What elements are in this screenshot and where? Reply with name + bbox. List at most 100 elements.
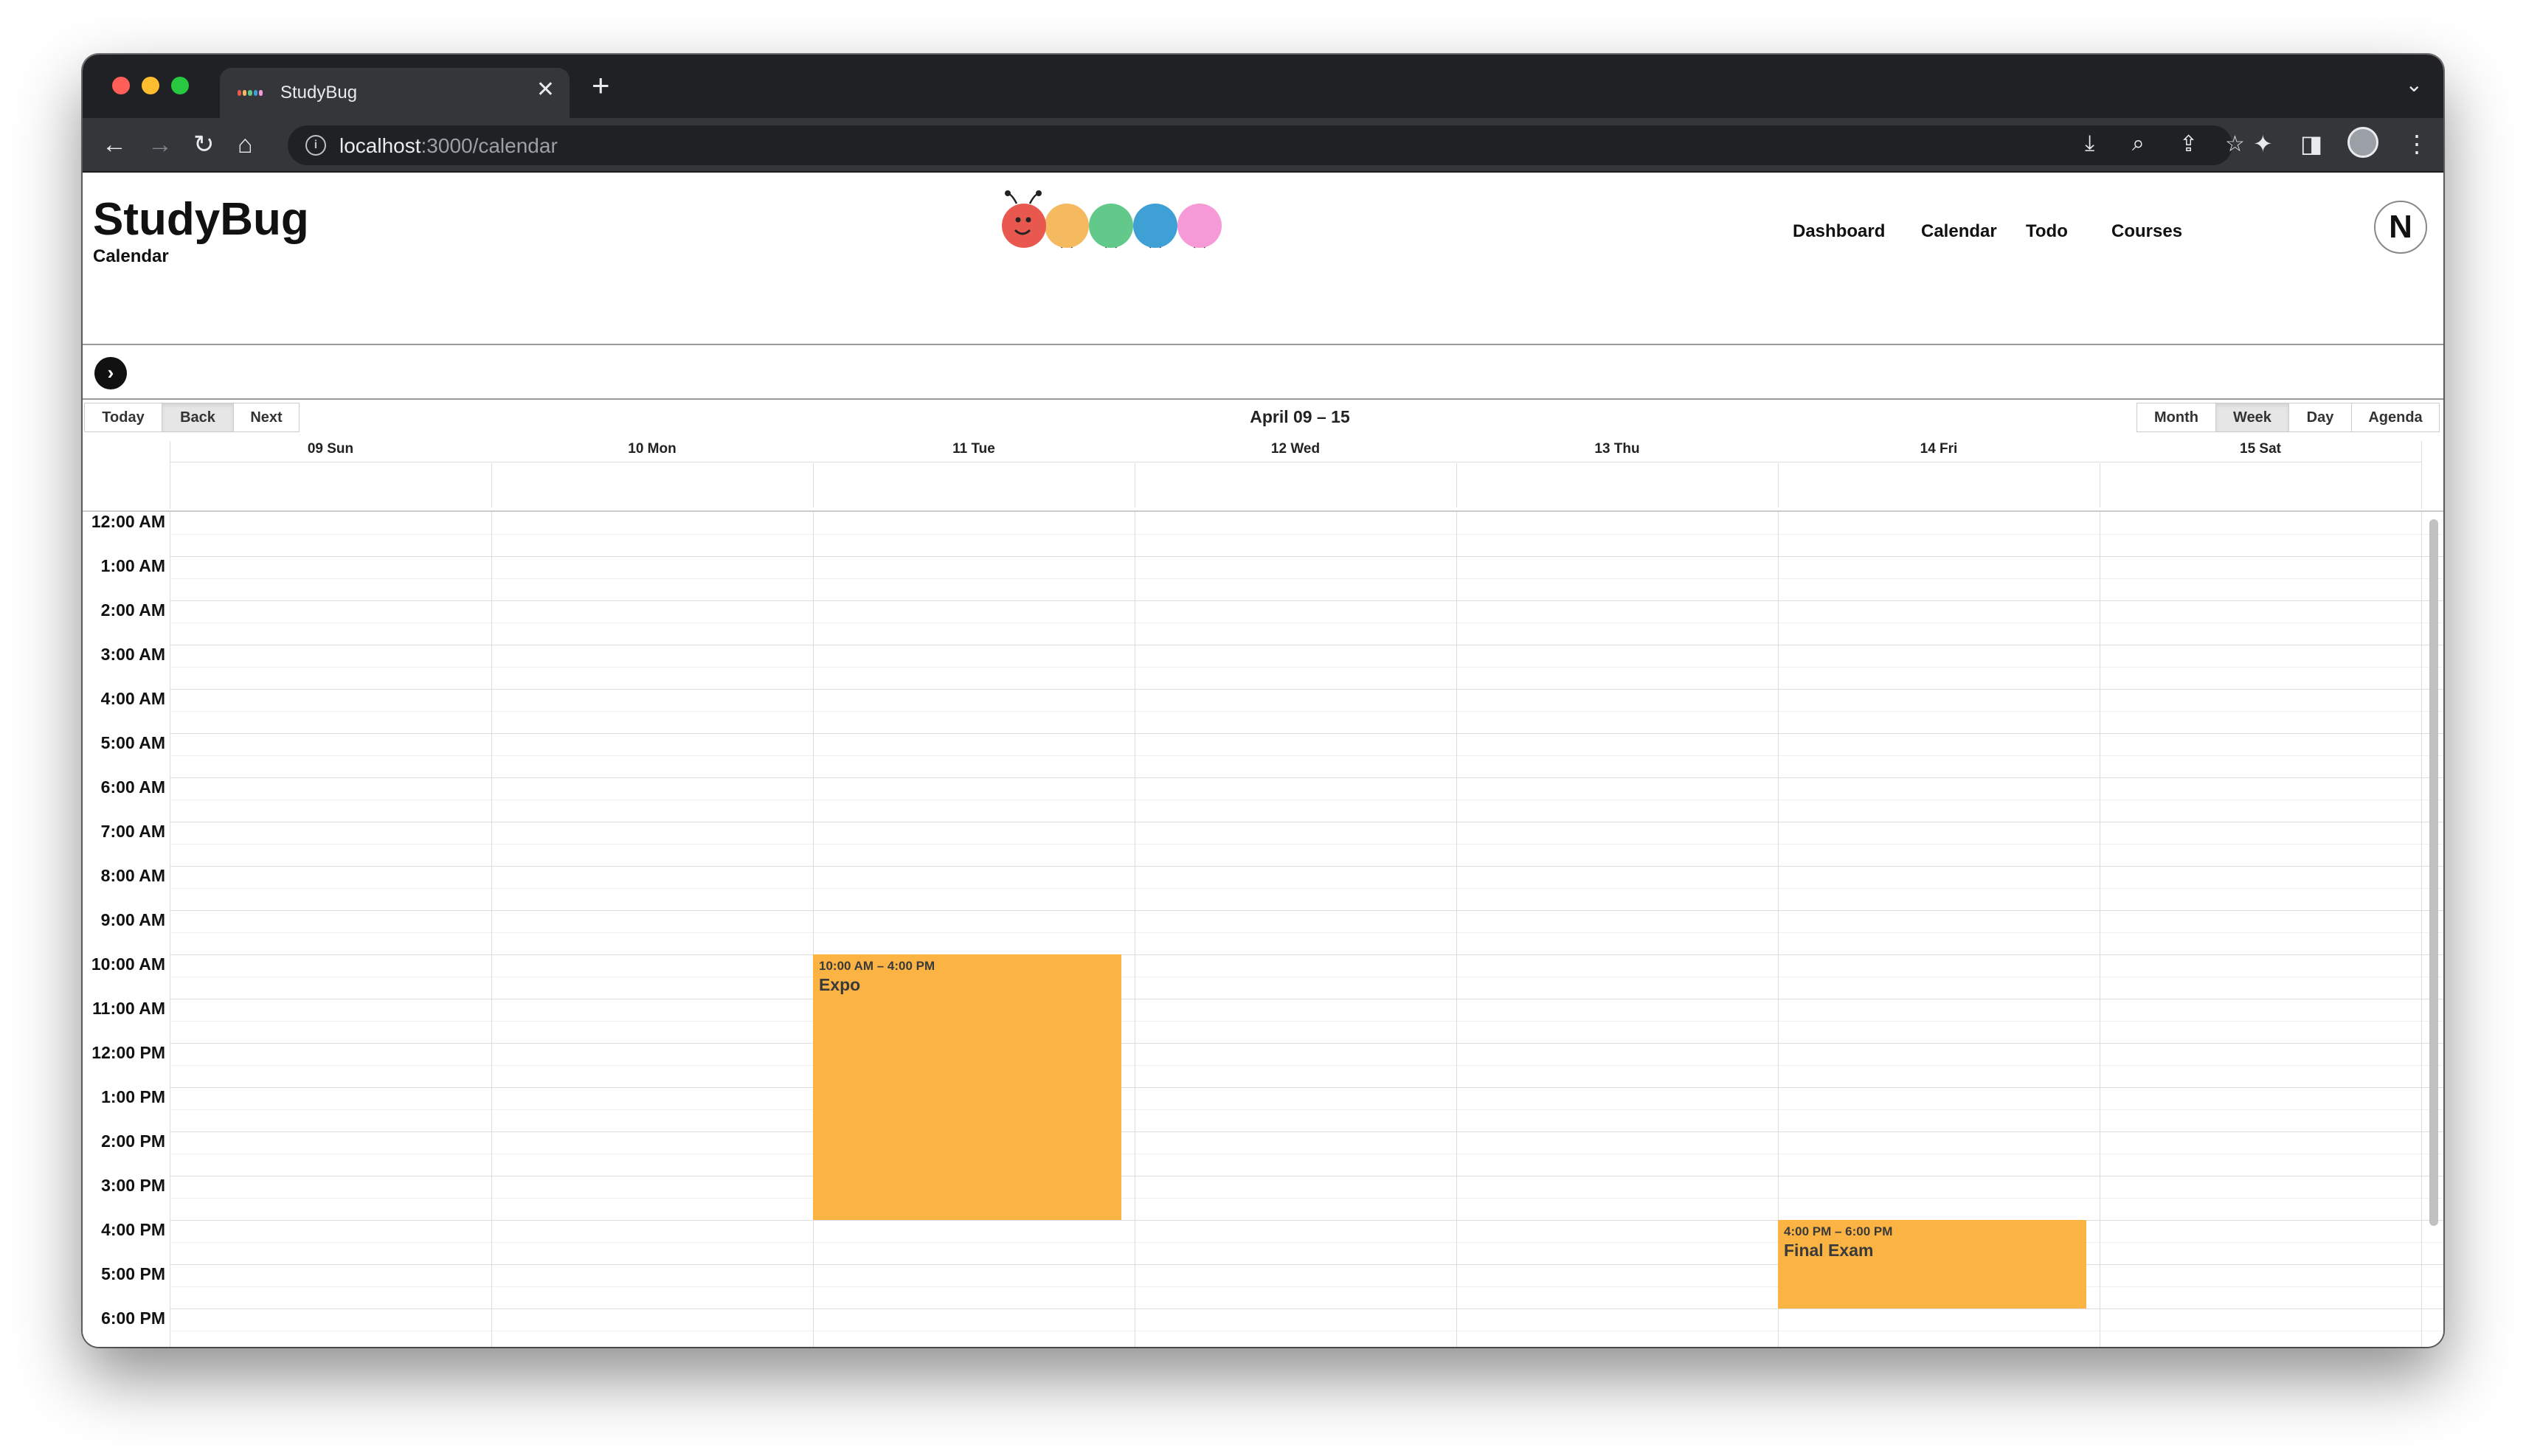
calendar-event[interactable]: 4:00 PM – 6:00 PM Final Exam	[1778, 1220, 2086, 1308]
install-icon[interactable]: ⤓	[2085, 131, 2094, 156]
time-label: 7:00 AM	[100, 822, 165, 841]
time-label: 12:00 PM	[91, 1043, 165, 1062]
logo-head	[1002, 204, 1046, 248]
nav-calendar[interactable]: Calendar	[1921, 221, 1997, 242]
day-column-line	[491, 512, 492, 1347]
all-day-cell[interactable]	[1456, 463, 1778, 507]
half-hour-line	[170, 1198, 2443, 1199]
half-hour-line	[170, 667, 2443, 668]
hour-line	[170, 777, 2443, 778]
view-week-button[interactable]: Week	[2215, 403, 2289, 432]
bookmark-star-icon[interactable]: ☆	[2225, 131, 2245, 157]
nav-todo[interactable]: Todo	[2026, 221, 2068, 242]
half-hour-line	[170, 1109, 2443, 1110]
time-label: 2:00 AM	[100, 600, 165, 620]
maximize-window-button[interactable]	[171, 77, 189, 94]
time-label: 10:00 AM	[91, 954, 165, 974]
all-day-cell[interactable]	[170, 463, 491, 507]
nav-courses[interactable]: Courses	[2111, 221, 2182, 242]
time-label: 5:00 AM	[100, 733, 165, 752]
all-day-cell[interactable]	[813, 463, 1135, 507]
chevron-right-icon[interactable]: ›	[94, 357, 127, 389]
next-button[interactable]: Next	[233, 403, 300, 432]
date-range-label: April 09 – 15	[1250, 407, 1350, 426]
half-hour-line	[170, 578, 2443, 579]
hour-line	[170, 866, 2443, 867]
close-window-button[interactable]	[112, 77, 130, 94]
day-header[interactable]: 12 Wed	[1135, 441, 1456, 462]
all-day-cell[interactable]	[491, 463, 813, 507]
day-column-line	[813, 512, 814, 1347]
all-day-cell[interactable]	[1135, 463, 1456, 507]
calendar-event[interactable]: 10:00 AM – 4:00 PM Expo	[813, 954, 1121, 1220]
browser-tab[interactable]: StudyBug ✕	[220, 68, 570, 118]
browser-window: StudyBug ✕ + ⌄ ← → ↻ ⌂ i localhost:3000/…	[83, 55, 2443, 1347]
time-label: 5:00 PM	[101, 1264, 165, 1283]
forward-arrow-icon[interactable]: →	[148, 128, 173, 161]
time-label: 12:00 AM	[91, 512, 165, 531]
hour-line	[170, 1131, 2443, 1132]
time-label: 3:00 PM	[101, 1176, 165, 1195]
event-title: Final Exam	[1784, 1241, 1874, 1260]
hour-line	[170, 1220, 2443, 1221]
side-panel-icon[interactable]: ◨	[2300, 130, 2322, 158]
new-tab-button[interactable]: +	[592, 68, 610, 103]
day-header[interactable]: 15 Sat	[2100, 441, 2421, 462]
chevron-down-icon[interactable]: ⌄	[2406, 72, 2423, 97]
tab-bar: StudyBug ✕ + ⌄	[83, 55, 2443, 118]
logo-legs	[1061, 241, 1205, 249]
time-label: 6:00 AM	[100, 777, 165, 797]
time-label: 2:00 PM	[101, 1131, 165, 1151]
info-icon[interactable]: i	[305, 135, 326, 156]
browser-toolbar: ← → ↻ ⌂ i localhost:3000/calendar ⤓ ⌕ ⇪ …	[83, 118, 2443, 173]
hour-line	[170, 1043, 2443, 1044]
all-day-cell[interactable]	[2100, 463, 2421, 507]
day-header[interactable]: 10 Mon	[491, 441, 813, 462]
brand-title[interactable]: StudyBug	[93, 193, 309, 246]
back-button[interactable]: Back	[162, 403, 234, 432]
share-icon[interactable]: ⇪	[2179, 131, 2198, 157]
time-label: 6:00 PM	[101, 1308, 165, 1328]
profile-avatar[interactable]	[2347, 127, 2378, 158]
view-month-button[interactable]: Month	[2136, 403, 2216, 432]
back-arrow-icon[interactable]: ←	[102, 128, 127, 161]
tab-title: StudyBug	[280, 83, 358, 103]
time-label: 4:00 PM	[101, 1220, 165, 1239]
half-hour-line	[170, 932, 2443, 933]
view-day-button[interactable]: Day	[2288, 403, 2352, 432]
view-agenda-button[interactable]: Agenda	[2351, 403, 2440, 432]
half-hour-line	[170, 1065, 2443, 1066]
today-button[interactable]: Today	[84, 403, 162, 432]
day-header[interactable]: 09 Sun	[170, 441, 491, 462]
hour-line	[170, 733, 2443, 734]
reload-icon[interactable]: ↻	[193, 128, 215, 161]
day-column-line	[2421, 512, 2422, 1347]
day-column-line	[1456, 512, 1457, 1347]
time-grid[interactable]: 12:00 AM 1:00 AM 2:00 AM 3:00 AM 4:00 AM 5:00…	[83, 510, 2443, 1347]
scrollbar-thumb[interactable]	[2429, 519, 2438, 1226]
user-avatar[interactable]: N	[2374, 201, 2427, 254]
address-bar[interactable]: i localhost:3000/calendar ⤓ ⌕ ⇪ ☆	[288, 125, 2245, 165]
time-label: 3:00 AM	[100, 645, 165, 664]
event-time: 4:00 PM – 6:00 PM	[1784, 1224, 1893, 1238]
hour-line	[170, 954, 2443, 955]
favicon-icon	[238, 90, 263, 96]
day-header[interactable]: 11 Tue	[813, 441, 1135, 462]
half-hour-line	[170, 1021, 2443, 1022]
half-hour-line	[170, 1286, 2443, 1287]
caterpillar-logo	[1002, 190, 1222, 249]
tab-close-icon[interactable]: ✕	[536, 77, 555, 103]
home-icon[interactable]: ⌂	[238, 128, 253, 161]
minimize-window-button[interactable]	[142, 77, 159, 94]
half-hour-line	[170, 534, 2443, 535]
day-header[interactable]: 14 Fri	[1778, 441, 2100, 462]
logo-segment	[1045, 204, 1089, 248]
day-header[interactable]: 13 Thu	[1456, 441, 1778, 462]
more-menu-icon[interactable]: ⋮	[2405, 130, 2429, 158]
zoom-icon[interactable]: ⌕	[2132, 131, 2145, 156]
half-hour-line	[170, 1242, 2443, 1243]
hour-line	[170, 689, 2443, 690]
all-day-cell[interactable]	[1778, 463, 2100, 507]
nav-dashboard[interactable]: Dashboard	[1793, 221, 1885, 242]
extensions-icon[interactable]: ✦	[2253, 130, 2273, 158]
